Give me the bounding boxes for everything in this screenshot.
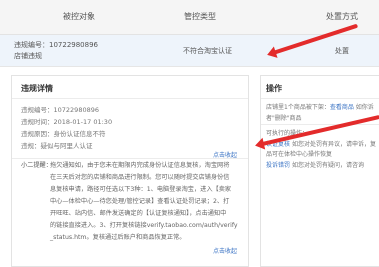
op-desc: 品可在体检中心操作恢复 xyxy=(266,151,333,158)
detail-field: 违规原因：身份认证信息不符 xyxy=(21,130,106,138)
removed-goods-notice: 店铺里1个商品被下架：查看商品 如你诉 xyxy=(266,102,374,111)
op-desc: 如您对处罚有疑问，请咨询 xyxy=(291,162,364,169)
tips-line: 的链接直接进入。3、打开复核链接verify.taobao.com/auth/v… xyxy=(50,222,238,229)
control-type: 不符合淘宝认证 xyxy=(183,47,232,55)
tips-line: 在三天后对您的店铺和商品进行限制。您可以随时提交店铺身份信 xyxy=(50,174,230,181)
notice-text: 店铺里1个商品被下架： xyxy=(266,104,330,111)
table-header: 被控对象 管控类型 处置方式 xyxy=(0,0,379,35)
violation-id: 违规编号：10722980896 xyxy=(14,41,98,49)
column-header-type: 管控类型 xyxy=(184,12,216,21)
operation-panel: 操作 店铺里1个商品被下架：查看商品 如你诉 者"删除"商品 可执行的操作： 认… xyxy=(260,75,379,267)
tips-line: _status.htm。复核通过后账户和商品恢复正常。 xyxy=(50,234,186,241)
tips-line: 中心—体检中心—待您处理/管控记录】查看认证处罚记录；2、打 xyxy=(50,198,230,205)
collapse-link[interactable]: 点击收起 xyxy=(213,246,237,255)
view-goods-link[interactable]: 查看商品 xyxy=(330,104,354,111)
divider xyxy=(12,158,248,159)
divider xyxy=(12,98,248,99)
op-desc: 如您对处罚有异议，请申诉，复 xyxy=(291,141,376,148)
detail-field: 违规时间：2018-01-17 01:30 xyxy=(21,118,113,126)
complaint-link[interactable]: 投诉错罚 xyxy=(266,162,290,169)
notice-line-2: 者"删除"商品 xyxy=(266,115,302,122)
violation-detail-panel: 违规详情 违规编号：10722980896 违规时间：2018-01-17 01… xyxy=(11,75,249,267)
op-item: 投诉错罚 如您对处罚有疑问，请咨询 xyxy=(266,160,364,169)
violation-category: 店铺违规 xyxy=(14,52,42,60)
column-header-action: 处置方式 xyxy=(326,12,358,21)
tips-line: 开旺旺、站内信、邮件发送确定的【认证复核通知】，点击通知中 xyxy=(50,210,227,217)
divider xyxy=(261,98,379,99)
operation-title: 操作 xyxy=(266,84,282,93)
table-row[interactable]: 违规编号：10722980896 店铺违规 不符合淘宝认证 处置 xyxy=(0,35,379,67)
divider xyxy=(261,124,379,125)
tips-label: 小二提醒： xyxy=(21,162,52,169)
notice-suffix: 如你诉 xyxy=(355,104,374,111)
column-header-object: 被控对象 xyxy=(63,12,95,21)
detail-field: 违规：疑似与阿里人认证 xyxy=(21,142,93,150)
action-label[interactable]: 处置 xyxy=(335,46,349,56)
detail-title: 违规详情 xyxy=(21,84,53,93)
detail-field: 违规编号：10722980896 xyxy=(21,106,99,114)
tips-line: 拖欠通知如，由于您未在期限内完成身份认证信息复核，淘宝网将 xyxy=(50,162,230,169)
tips-line: 息复核申请，路径可任选以下3种：1、电脑登录淘宝，进入【卖家 xyxy=(50,186,232,193)
